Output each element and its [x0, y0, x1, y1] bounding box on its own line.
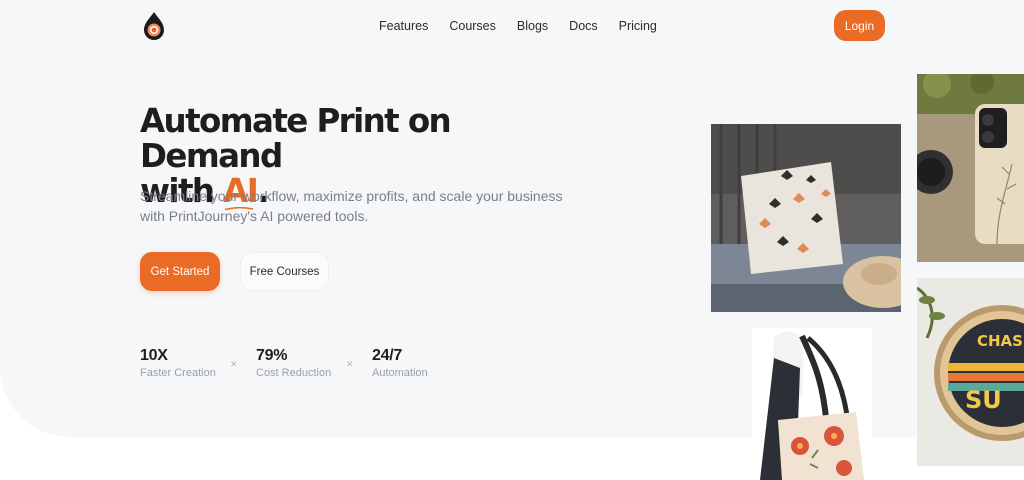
login-button[interactable]: Login	[834, 10, 885, 41]
round-sign-image: CHAS SU	[917, 278, 1024, 466]
stat-value: 79%	[256, 347, 288, 364]
nav-link-courses[interactable]: Courses	[449, 18, 496, 34]
sparkle-separator-icon: ✕	[230, 359, 238, 369]
stat-item: 24/7 Automation	[372, 346, 488, 379]
svg-text:CHAS: CHAS	[977, 332, 1023, 350]
nav-link-features[interactable]: Features	[379, 18, 428, 34]
stat-item: 79% Cost Reduction ✕	[256, 346, 372, 379]
phone-case-image	[917, 74, 1024, 262]
free-courses-button[interactable]: Free Courses	[240, 252, 329, 291]
headline-line-1: Automate Print on Demand	[140, 102, 452, 175]
butterfly-pillow-image	[711, 124, 901, 312]
stats-row: 10X Faster Creation ✕ 79% Cost Reduction…	[140, 346, 488, 379]
stat-value: 24/7	[372, 347, 402, 364]
nav-link-pricing[interactable]: Pricing	[619, 18, 657, 34]
droplet-target-icon[interactable]	[141, 11, 167, 41]
sparkle-separator-icon: ✕	[346, 359, 354, 369]
nav-links: Features Courses Blogs Docs Pricing	[379, 18, 678, 34]
hero-subtext: Streamline your workflow, maximize profi…	[140, 188, 563, 224]
stat-label: Cost Reduction	[256, 367, 332, 379]
nav-link-docs[interactable]: Docs	[569, 18, 597, 34]
svg-text:SU: SU	[965, 386, 1002, 414]
stat-item: 10X Faster Creation ✕	[140, 346, 256, 379]
top-navigation: Features Courses Blogs Docs Pricing Logi…	[0, 0, 1024, 52]
nav-link-blogs[interactable]: Blogs	[517, 18, 548, 34]
stat-label: Faster Creation	[140, 367, 216, 379]
stat-value: 10X	[140, 347, 168, 364]
get-started-button[interactable]: Get Started	[140, 252, 220, 291]
stat-label: Automation	[372, 367, 428, 379]
tote-bag-image	[752, 328, 872, 480]
